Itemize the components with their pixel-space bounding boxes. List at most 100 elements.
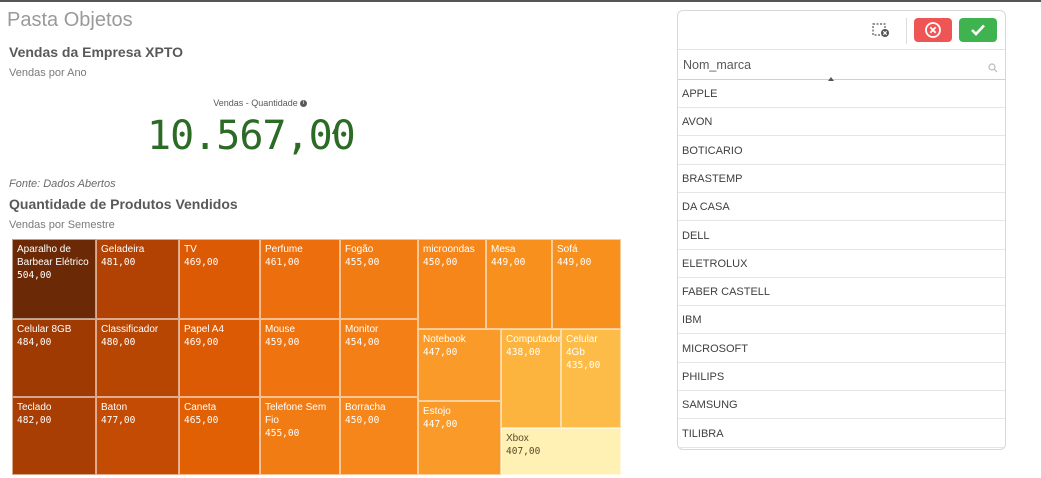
sheet-title: Pasta Objetos (7, 9, 133, 31)
treemap-cell-label: Teclado (17, 402, 52, 413)
treemap-cell-label: microondas (423, 244, 475, 255)
kpi-footnote: Fonte: Dados Abertos (9, 178, 116, 190)
treemap-cell-value: 484,00 (17, 337, 52, 348)
treemap-cell[interactable]: Papel A4 469,00 (179, 319, 260, 397)
kpi-subtitle: Vendas por Ano (9, 67, 87, 79)
listbox-item[interactable]: ELETROLUX (678, 250, 1005, 278)
treemap-cell[interactable]: Classificador 480,00 (96, 319, 179, 397)
treemap-cell[interactable]: Telefone Sem Fio 455,00 (260, 397, 340, 475)
search-icon[interactable] (988, 60, 998, 78)
treemap-cell-value: 435,00 (566, 360, 601, 371)
listbox-item[interactable]: IBM (678, 306, 1005, 335)
treemap-cell[interactable]: TV 469,00 (179, 239, 260, 319)
treemap-cell-label: Perfume (265, 244, 303, 255)
listbox-item[interactable]: BOTICARIO (678, 137, 1005, 165)
treemap-cell[interactable]: Perfume 461,00 (260, 239, 340, 319)
treemap-cell-label: Caneta (184, 402, 217, 413)
treemap-cell-label: Baton (101, 402, 128, 413)
listbox-item[interactable]: TILIBRA (678, 420, 1005, 448)
kpi-measure-label: Vendas - Quantidade i (150, 98, 370, 108)
treemap-cell[interactable]: Aparalho de Barbear Elétrico 504,00 (12, 239, 96, 319)
treemap-cell-label: Mesa (491, 244, 516, 255)
kpi-value: 10.567,00 (147, 113, 356, 159)
toolbar-divider (906, 18, 907, 44)
treemap-cell-value: 447,00 (423, 419, 458, 430)
treemap-cell[interactable]: Monitor 454,00 (340, 319, 418, 397)
treemap-cell-value: 447,00 (423, 347, 458, 358)
treemap-cell-label: Xbox (506, 433, 529, 444)
kpi-title: Vendas da Empresa XPTO (9, 44, 184, 60)
treemap-cell-value: 480,00 (101, 337, 136, 348)
treemap-cell-value: 454,00 (345, 337, 380, 348)
treemap-cell-value: 449,00 (491, 257, 526, 268)
treemap-cell-value: 477,00 (101, 415, 136, 426)
treemap-cell-label: Papel A4 (184, 324, 225, 335)
listbox-toolbar (678, 11, 1005, 50)
listbox-item[interactable]: DELL (678, 222, 1005, 250)
cancel-selection-button[interactable] (914, 18, 952, 42)
treemap-cell[interactable]: Caneta 465,00 (179, 397, 260, 475)
treemap-cell-label: Computador (506, 334, 561, 345)
treemap-chart[interactable]: Aparalho de Barbear Elétrico 504,00 Celula… (12, 239, 621, 475)
listbox-header[interactable]: Nom_marca (678, 50, 1005, 81)
treemap-cell-label: Classificador (101, 324, 159, 335)
check-icon (971, 24, 985, 36)
listbox-item[interactable]: PHILIPS (678, 363, 1005, 391)
treemap-cell-value: 461,00 (265, 257, 300, 268)
treemap-cell-value: 450,00 (423, 257, 458, 268)
treemap-cell[interactable]: Geladeira 481,00 (96, 239, 179, 319)
treemap-cell-value: 455,00 (345, 257, 380, 268)
cancel-icon (925, 22, 941, 38)
listbox-item[interactable]: BRASTEMP (678, 165, 1005, 193)
treemap-cell-value: 469,00 (184, 257, 219, 268)
listbox-item[interactable]: MICROSOFT (678, 335, 1005, 363)
treemap-cell[interactable]: Celular 4Gb 435,00 (561, 329, 621, 428)
listbox-nom-marca[interactable]: Nom_marca APPLE AVON BOTICARIO BRASTEMP DA C… (677, 10, 1006, 450)
confirm-selection-button[interactable] (959, 18, 997, 42)
treemap-cell-label: Celular 4Gb (566, 334, 598, 358)
treemap-cell-label: Geladeira (101, 244, 145, 255)
treemap-cell-label: Fogão (345, 244, 374, 255)
treemap-cell-value: 455,00 (265, 428, 300, 439)
treemap-cell[interactable]: Sofá 449,00 (552, 239, 621, 329)
treemap-cell[interactable]: Mesa 449,00 (486, 239, 552, 329)
treemap-cell[interactable]: Mouse 459,00 (260, 319, 340, 397)
treemap-cell[interactable]: Celular 8GB 484,00 (12, 319, 96, 397)
treemap-cell-value: 469,00 (184, 337, 219, 348)
listbox-item[interactable]: AVON (678, 108, 1005, 137)
treemap-cell-label: Celular 8GB (17, 324, 72, 335)
treemap-cell[interactable]: Borracha 450,00 (340, 397, 418, 475)
treemap-cell-label: Telefone Sem Fio (265, 402, 327, 426)
treemap-cell[interactable]: Baton 477,00 (96, 397, 179, 475)
treemap-cell-label: Notebook (423, 334, 466, 345)
treemap-cell-label: Borracha (345, 402, 386, 413)
treemap-cell[interactable]: Fogão 455,00 (340, 239, 418, 319)
treemap-cell-label: Sofá (557, 244, 578, 255)
treemap-cell-value: 465,00 (184, 415, 219, 426)
treemap-cell[interactable]: Xbox 407,00 (501, 428, 621, 475)
treemap-cell-label: TV (184, 244, 197, 255)
listbox-item[interactable]: APPLE (678, 80, 1005, 108)
treemap-cell-value: 407,00 (506, 446, 541, 457)
treemap-cell[interactable]: Computador 438,00 (501, 329, 561, 428)
listbox-field-name: Nom_marca (683, 58, 752, 72)
listbox-item[interactable]: DA CASA (678, 193, 1005, 222)
treemap-cell-label: Aparalho de Barbear Elétrico (17, 244, 89, 268)
treemap-cell-label: Monitor (345, 324, 379, 335)
listbox-item[interactable]: FABER CASTELL (678, 278, 1005, 307)
triangle-up-icon: ▲ (330, 126, 339, 136)
treemap-cell[interactable]: Estojo 447,00 (418, 401, 501, 475)
treemap-cell-value: 449,00 (557, 257, 592, 268)
treemap-cell-value: 459,00 (265, 337, 300, 348)
top-border (0, 0, 1041, 2)
listbox-item[interactable]: SAMSUNG (678, 391, 1005, 420)
treemap-cell[interactable]: Notebook 447,00 (418, 329, 501, 401)
clear-selections-icon[interactable] (872, 22, 890, 38)
treemap-cell-value: 504,00 (17, 270, 52, 281)
kpi-measure-label-text: Vendas - Quantidade (213, 98, 298, 108)
treemap-cell-value: 450,00 (345, 415, 380, 426)
treemap-cell[interactable]: Teclado 482,00 (12, 397, 96, 475)
treemap-cell-label: Mouse (265, 324, 296, 335)
info-icon[interactable]: i (299, 100, 307, 108)
treemap-cell[interactable]: microondas 450,00 (418, 239, 486, 329)
